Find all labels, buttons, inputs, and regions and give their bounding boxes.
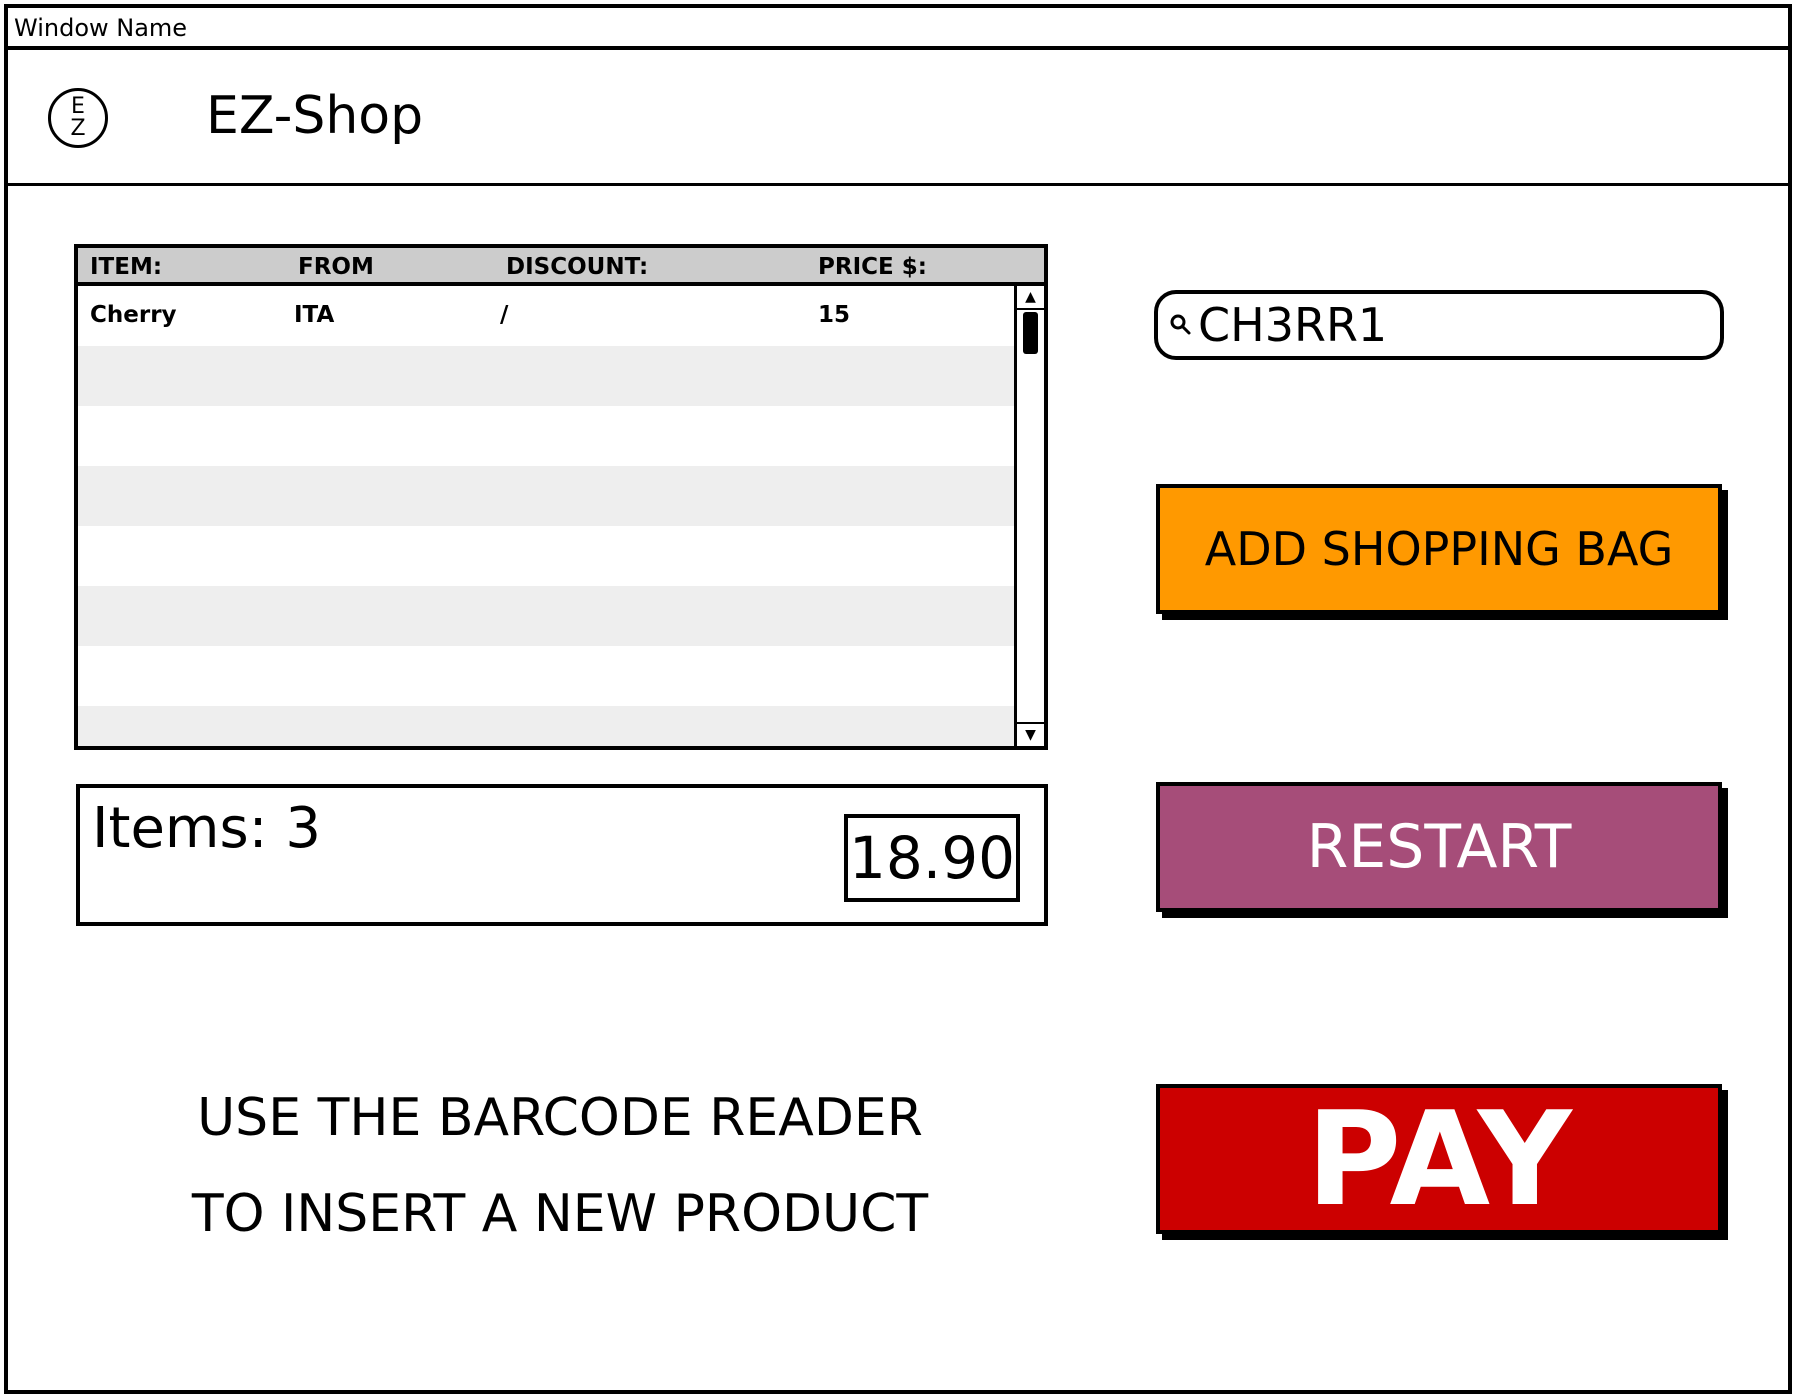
table-row-empty: [78, 706, 1014, 746]
total-price: 18.90: [844, 814, 1020, 902]
window-title: Window Name: [14, 14, 188, 42]
cell-item: Cherry: [90, 302, 177, 328]
barcode-instructions: USE THE BARCODE READER TO INSERT A NEW P…: [120, 1070, 1000, 1262]
pay-button[interactable]: PAY: [1156, 1083, 1722, 1235]
cell-discount: /: [500, 302, 509, 328]
table-scrollbar[interactable]: ▲ ▼: [1014, 286, 1044, 746]
product-search[interactable]: [1154, 290, 1724, 360]
scroll-down-arrow-icon[interactable]: ▼: [1017, 722, 1044, 746]
table-row-empty: [78, 406, 1014, 466]
column-header-price: PRICE $:: [818, 254, 927, 280]
instruction-line-2: TO INSERT A NEW PRODUCT: [191, 1184, 929, 1244]
table-row[interactable]: Cherry ITA / 15: [78, 286, 1014, 346]
search-input[interactable]: [1194, 298, 1678, 352]
column-header-item: ITEM:: [90, 254, 163, 280]
cart-table: ITEM: FROM DISCOUNT: PRICE $: Cherry ITA…: [74, 244, 1048, 750]
cart-summary: Items: 3 18.90: [76, 784, 1048, 926]
scroll-thumb[interactable]: [1023, 312, 1038, 354]
app-header: E Z EZ-Shop: [8, 50, 1788, 186]
table-header: ITEM: FROM DISCOUNT: PRICE $:: [78, 248, 1044, 286]
restart-button[interactable]: RESTART: [1156, 782, 1722, 912]
table-row-empty: [78, 586, 1014, 646]
logo-letter-bottom: Z: [70, 116, 86, 141]
table-row-empty: [78, 346, 1014, 406]
table-body: Cherry ITA / 15: [78, 286, 1014, 746]
column-header-from: FROM: [298, 254, 374, 280]
title-bar: Window Name: [8, 8, 1788, 50]
table-row-empty: [78, 526, 1014, 586]
app-title: EZ-Shop: [206, 86, 424, 146]
ez-logo-icon: E Z: [48, 88, 108, 148]
add-shopping-bag-button[interactable]: ADD SHOPPING BAG: [1156, 484, 1722, 614]
instruction-line-1: USE THE BARCODE READER: [197, 1088, 923, 1148]
cell-from: ITA: [294, 302, 335, 328]
items-count: Items: 3: [92, 796, 321, 861]
cell-price: 15: [818, 302, 851, 328]
logo-letter-top: E: [71, 94, 85, 119]
scroll-up-arrow-icon[interactable]: ▲: [1017, 286, 1044, 310]
column-header-discount: DISCOUNT:: [506, 254, 649, 280]
search-icon: [1170, 314, 1191, 335]
table-row-empty: [78, 646, 1014, 706]
table-row-empty: [78, 466, 1014, 526]
